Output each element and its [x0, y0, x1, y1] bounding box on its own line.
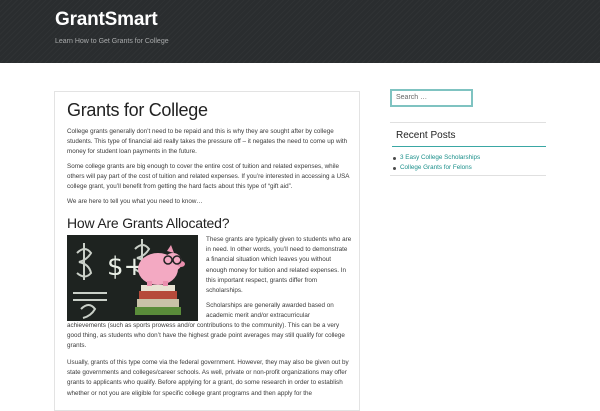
- piggy-bank-chalkboard-image: $+$: [67, 235, 198, 321]
- intro-paragraph-2: Some college grants are big enough to co…: [67, 163, 350, 191]
- last-paragraph: Usually, grants of this type come via th…: [67, 359, 349, 397]
- site-description: Learn How to Get Grants for College: [55, 38, 169, 45]
- article-title: Grants for College: [67, 100, 208, 120]
- side-paragraph-1: These grants are typically given to stud…: [206, 236, 352, 295]
- recent-post-link[interactable]: 3 Easy College Scholarships: [400, 154, 480, 161]
- intro-paragraph-1: College grants generally don’t need to b…: [67, 128, 348, 156]
- bullet-icon: [393, 167, 396, 170]
- section-heading: How Are Grants Allocated?: [67, 215, 230, 231]
- recent-post-link[interactable]: College Grants for Felons: [400, 164, 472, 171]
- site-header: GrantSmart Learn How to Get Grants for C…: [0, 0, 600, 63]
- bullet-icon: [393, 157, 396, 160]
- recent-posts-list: 3 Easy College Scholarships College Gran…: [390, 153, 480, 173]
- intro-paragraph-3: We are here to tell you what you need to…: [67, 198, 203, 205]
- recent-posts-title: Recent Posts: [396, 130, 456, 141]
- recent-posts-widget: Recent Posts 3 Easy College Scholarships…: [390, 122, 546, 176]
- list-item: College Grants for Felons: [390, 163, 480, 173]
- site-title-link[interactable]: GrantSmart: [55, 9, 158, 31]
- list-item: 3 Easy College Scholarships: [390, 153, 480, 163]
- search-input[interactable]: Search …: [390, 89, 473, 107]
- widget-divider: [392, 146, 546, 147]
- continued-paragraph: achievements (such as sports prowess and…: [67, 322, 345, 350]
- side-paragraph-2: Scholarships are generally awarded based…: [206, 302, 334, 320]
- article-container: Grants for College College grants genera…: [54, 91, 360, 411]
